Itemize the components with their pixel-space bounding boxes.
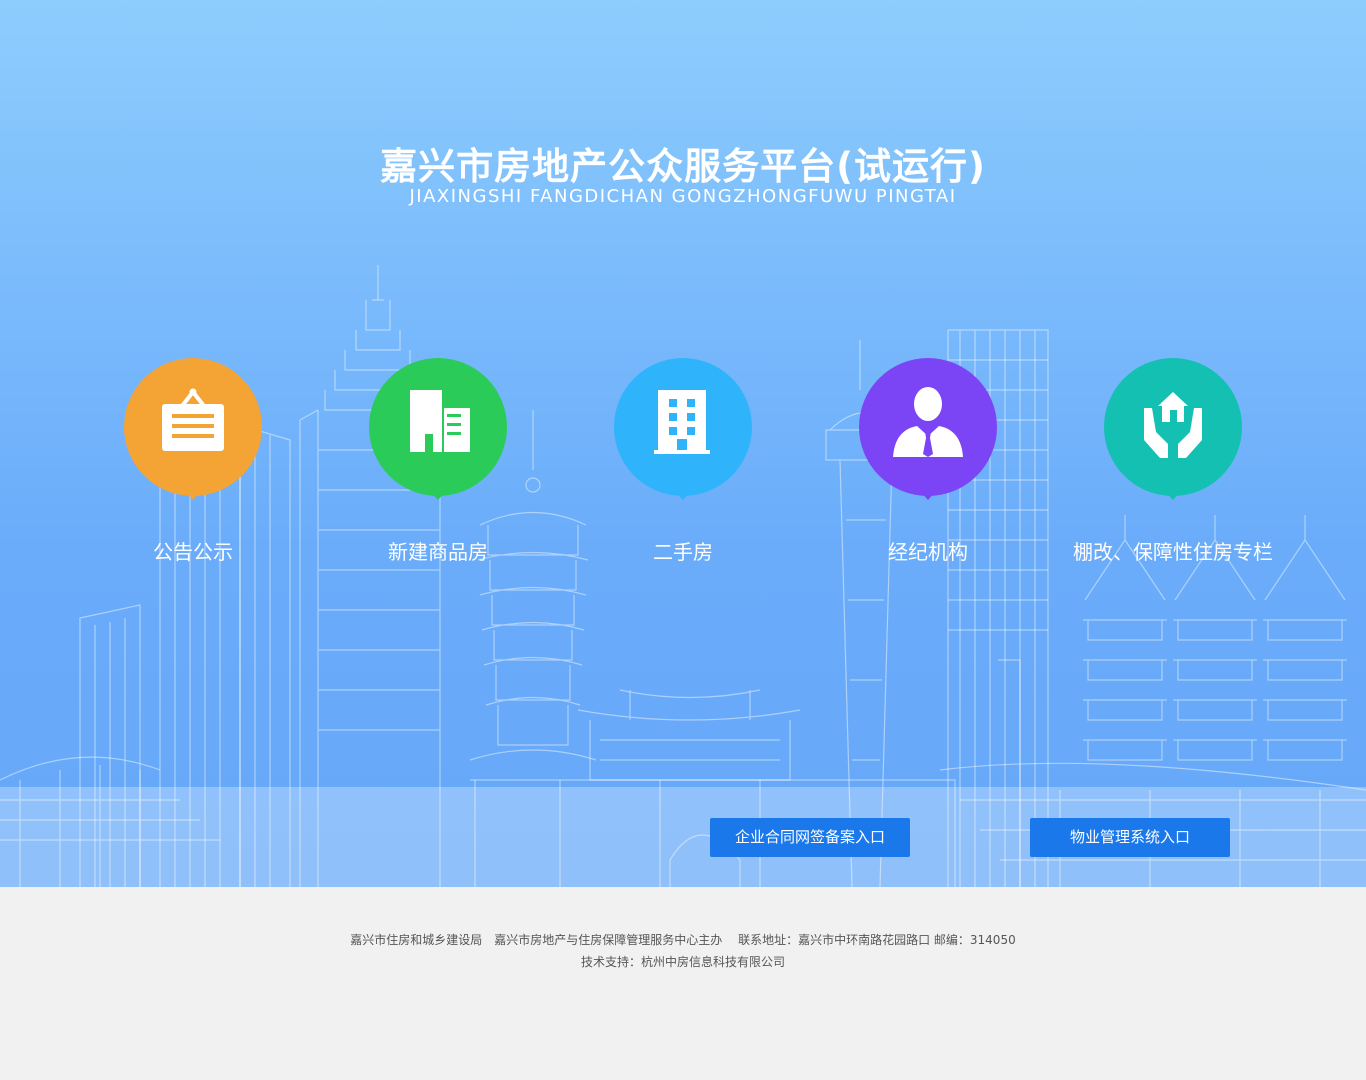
nav-item-second-hand[interactable]: 二手房 <box>603 358 763 568</box>
nav-item-affordable-housing[interactable]: 棚改、保障性住房专栏 <box>1073 358 1273 568</box>
nav-label-agencies[interactable]: 经纪机构 <box>808 536 1048 565</box>
nav-pin-new-housing[interactable] <box>369 358 507 500</box>
notice-board-icon <box>162 388 224 451</box>
page-title: 嘉兴市房地产公众服务平台(试运行) <box>380 145 986 188</box>
nav-label-new-housing[interactable]: 新建商品房 <box>318 536 558 565</box>
nav-label-announcements[interactable]: 公告公示 <box>73 536 313 565</box>
page-subtitle: JIAXINGSHI FANGDICHAN GONGZHONGFUWU PING… <box>409 186 957 207</box>
hero-banner: 嘉兴市房地产公众服务平台(试运行) JIAXINGSHI FANGDICHAN … <box>0 0 1366 887</box>
nav-pin-agencies[interactable] <box>859 358 997 500</box>
nav-pin-second-hand[interactable] <box>614 358 752 500</box>
property-management-entry-button[interactable]: 物业管理系统入口 <box>1030 818 1230 857</box>
nav-label-second-hand[interactable]: 二手房 <box>563 536 803 565</box>
apartment-icon <box>654 390 710 454</box>
nav-item-new-housing[interactable]: 新建商品房 <box>358 358 518 568</box>
nav-label-affordable-housing[interactable]: 棚改、保障性住房专栏 <box>1053 536 1293 565</box>
nav-item-agencies[interactable]: 经纪机构 <box>848 358 1008 568</box>
nav-pin-announcements[interactable] <box>124 358 262 500</box>
contract-filing-entry-button[interactable]: 企业合同网签备案入口 <box>710 818 910 857</box>
footer-tech-support: 技术支持：杭州中房信息科技有限公司 <box>580 955 785 969</box>
new-building-icon <box>410 390 470 452</box>
agent-person-icon <box>893 387 963 457</box>
nav-pin-affordable-housing[interactable] <box>1104 358 1242 500</box>
footer-organizers: 嘉兴市住房和城乡建设局 嘉兴市房地产与住房保障管理服务中心主办 联系地址：嘉兴市… <box>350 933 1016 947</box>
house-in-hands-icon <box>1144 392 1202 458</box>
nav-item-announcements[interactable]: 公告公示 <box>113 358 273 568</box>
